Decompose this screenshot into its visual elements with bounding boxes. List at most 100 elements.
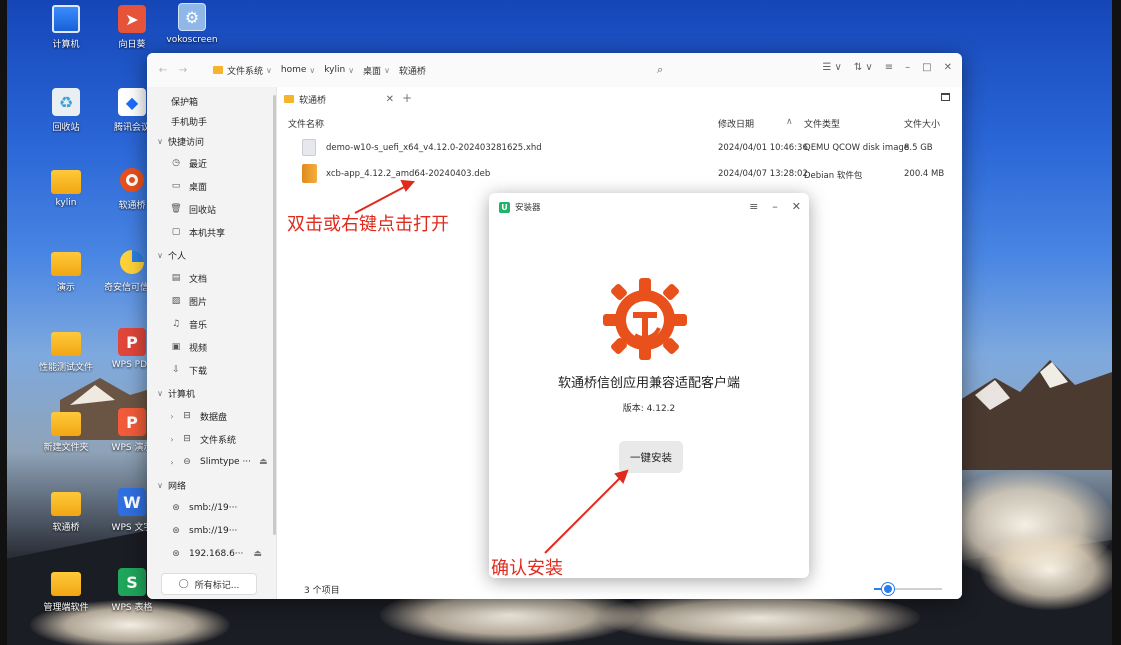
eject-icon[interactable]: ⏏: [259, 457, 268, 467]
all-tags-button[interactable]: ◯ 所有标记...: [161, 573, 257, 595]
sidebar-toggle-icon[interactable]: [941, 93, 950, 101]
sidebar-item-label: 桌面: [189, 182, 208, 193]
one-click-install-button[interactable]: 一键安装: [619, 441, 683, 473]
desktop-icon-rtq-folder[interactable]: 软通桥: [38, 492, 94, 533]
sidebar-item-safebox[interactable]: 保护箱: [147, 91, 277, 111]
menu-icon[interactable]: ≡: [885, 62, 893, 73]
breadcrumb-kylin[interactable]: kylin: [324, 65, 345, 75]
sidebar-item-local-share[interactable]: ▢ 本机共享: [147, 222, 277, 242]
forward-button[interactable]: →: [173, 65, 193, 76]
column-header-name[interactable]: 文件名称: [288, 117, 324, 130]
sidebar-item-label: 文件系统: [200, 435, 237, 446]
column-header-modified[interactable]: 修改日期: [718, 117, 754, 130]
tab-ruantongqiao[interactable]: 软通桥 ✕: [284, 89, 394, 109]
desktop-icon-perf-folder[interactable]: 性能测试文件: [38, 332, 94, 373]
chevron-down-icon[interactable]: ∨: [309, 66, 315, 75]
close-icon[interactable]: ✕: [944, 62, 952, 73]
breadcrumb-desktop[interactable]: 桌面: [363, 64, 381, 77]
sidebar-section-label: 快捷访问: [168, 137, 205, 148]
chevron-down-icon[interactable]: ∨: [348, 66, 354, 75]
add-tab-button[interactable]: +: [402, 91, 412, 105]
sidebar-item-music[interactable]: ♫ 音乐: [147, 314, 277, 334]
sidebar-section-label: 计算机: [168, 389, 196, 400]
search-icon[interactable]: ⌕: [657, 63, 663, 77]
sidebar-item-label: smb://19···: [189, 526, 238, 536]
sidebar-item-label: 数据盘: [200, 412, 228, 423]
desktop-icon-demo-folder[interactable]: 演示: [38, 252, 94, 293]
sidebar-item-192[interactable]: ⊛ 192.168.6··· ⏏: [147, 544, 277, 564]
desktop-icon-admin-folder[interactable]: 管理端软件: [38, 572, 94, 613]
sidebar-item-downloads[interactable]: ⇩ 下载: [147, 360, 277, 380]
menu-icon[interactable]: ≡: [749, 200, 758, 213]
sidebar-section-quick-access[interactable]: ∨ 快捷访问: [147, 131, 277, 151]
view-mode-button[interactable]: ☰ ∨: [822, 62, 841, 73]
column-header-size[interactable]: 文件大小: [904, 117, 940, 130]
back-button[interactable]: ←: [153, 65, 173, 76]
sidebar-item-label: 下载: [189, 366, 208, 377]
minimize-icon[interactable]: –: [772, 200, 778, 213]
minimize-icon[interactable]: –: [905, 62, 910, 73]
sidebar-item-recent[interactable]: ◷ 最近: [147, 153, 277, 173]
desktop-icon-new-folder[interactable]: 新建文件夹: [38, 412, 94, 453]
desktop-icon-label: 性能测试文件: [38, 363, 93, 373]
all-tags-label: 所有标记...: [194, 580, 240, 591]
chevron-down-icon[interactable]: ∨: [384, 66, 390, 75]
sidebar-item-filesystem[interactable]: › ⊟ 文件系统: [147, 429, 277, 449]
item-count: 3 个项目: [304, 586, 340, 596]
sidebar-item-videos[interactable]: ▣ 视频: [147, 337, 277, 357]
drive-icon: ⊟: [183, 434, 191, 444]
close-icon[interactable]: ✕: [386, 94, 394, 105]
table-row[interactable]: demo-w10-s_uefi_x64_v4.12.0-202403281625…: [278, 135, 962, 161]
wps-writer-icon: W: [118, 488, 146, 516]
sidebar-section-network[interactable]: ∨ 网络: [147, 475, 277, 495]
breadcrumb-ruantongqiao[interactable]: 软通桥: [399, 64, 426, 77]
sidebar-item-label: smb://19···: [189, 503, 238, 513]
disc-icon: ⊖: [183, 457, 191, 467]
desktop-icon-trash[interactable]: ♻ 回收站: [38, 88, 94, 133]
column-header-type[interactable]: 文件类型: [804, 117, 840, 130]
folder-icon: [213, 66, 223, 74]
desktop-icon-label: WPS 表格: [111, 603, 153, 613]
sidebar-section-personal[interactable]: ∨ 个人: [147, 245, 277, 265]
file-modified: 2024/04/01 10:46:36: [718, 143, 808, 153]
desktop-icon-label: kylin: [55, 198, 77, 208]
sidebar-item-smb-1[interactable]: ⊛ smb://19···: [147, 498, 277, 518]
sort-button[interactable]: ⇅ ∨: [854, 62, 873, 73]
desktop-icon-kylin-folder[interactable]: kylin: [38, 170, 94, 208]
zoom-slider[interactable]: [874, 583, 942, 595]
screen-border-left: [0, 0, 7, 645]
sidebar-item-desktop[interactable]: ▭ 桌面: [147, 176, 277, 196]
sidebar-item-trash[interactable]: 🗑 回收站: [147, 199, 277, 219]
chevron-right-icon[interactable]: ›: [167, 412, 177, 421]
desktop-icon-label: 演示: [56, 283, 75, 293]
desktop-icon-computer[interactable]: 计算机: [38, 5, 94, 50]
sidebar-item-pictures[interactable]: ▨ 图片: [147, 291, 277, 311]
chevron-down-icon: ∨: [157, 136, 163, 146]
sidebar-item-phone-assistant[interactable]: 手机助手: [147, 111, 277, 131]
sort-asc-icon[interactable]: ∧: [786, 117, 793, 127]
annotation-open-hint: 双击或右键点击打开: [287, 214, 449, 235]
desktop-icon-vokoscreen[interactable]: ⚙ vokoscreen: [164, 3, 220, 45]
close-icon[interactable]: ✕: [792, 200, 801, 213]
sidebar-item-data-disk[interactable]: › ⊟ 数据盘: [147, 406, 277, 426]
deb-package-icon: [302, 164, 317, 183]
chevron-right-icon[interactable]: ›: [167, 458, 177, 467]
sidebar-item-documents[interactable]: ▤ 文档: [147, 268, 277, 288]
chevron-down-icon[interactable]: ∨: [266, 66, 272, 75]
sidebar-section-computer[interactable]: ∨ 计算机: [147, 383, 277, 403]
table-row[interactable]: xcb-app_4.12.2_amd64-20240403.deb 2024/0…: [278, 161, 962, 187]
chevron-right-icon[interactable]: ›: [167, 435, 177, 444]
maximize-icon[interactable]: □: [922, 62, 931, 73]
breadcrumb-home[interactable]: home: [281, 65, 307, 75]
sidebar-item-label: 音乐: [189, 320, 208, 331]
computer-icon: [52, 5, 80, 33]
sidebar-item-label: 视频: [189, 343, 208, 354]
sidebar-item-smb-2[interactable]: ⊛ smb://19···: [147, 521, 277, 541]
desktop-icon-sunflower[interactable]: ➤ 向日葵: [104, 5, 160, 50]
sidebar-item-slimtype[interactable]: › ⊖ Slimtype ··· ⏏: [147, 452, 277, 472]
eject-icon[interactable]: ⏏: [253, 549, 262, 559]
zoom-slider-handle[interactable]: [881, 583, 894, 595]
installer-version: 版本: 4.12.2: [622, 404, 676, 414]
cloud: [980, 530, 1120, 610]
breadcrumb-filesystem[interactable]: 文件系统: [227, 64, 263, 77]
